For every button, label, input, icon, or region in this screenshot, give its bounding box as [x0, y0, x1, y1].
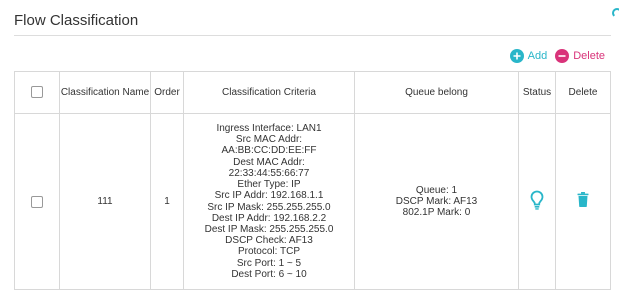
row-classification-name: 111 [59, 113, 151, 290]
row-delete-cell [555, 113, 611, 290]
queue-line: Queue: 1 [415, 184, 458, 196]
header-queue-belong: Queue belong [354, 71, 519, 114]
delete-selected-button[interactable]: Delete [555, 49, 605, 63]
corner-indicator [612, 8, 619, 18]
select-all-header [14, 71, 60, 114]
delete-button-label: Delete [573, 50, 605, 62]
table-header-row: Classification Name Order Classification… [14, 71, 611, 114]
table-row: 111 1 Ingress Interface: LAN1 Src MAC Ad… [14, 113, 611, 290]
criteria-line: Src Port: 1 ~ 5 [236, 257, 302, 269]
trash-icon[interactable] [577, 192, 589, 208]
queue-line: DSCP Mark: AF13 [395, 195, 478, 207]
select-all-checkbox[interactable] [31, 86, 43, 99]
criteria-line: DSCP Check: AF13 [225, 235, 313, 247]
lightbulb-icon[interactable] [530, 190, 544, 210]
header-classification-name: Classification Name [59, 71, 151, 114]
row-queue-belong: Queue: 1 DSCP Mark: AF13 802.1P Mark: 0 [354, 113, 519, 290]
header-order: Order [150, 71, 184, 114]
criteria-line: Src MAC Addr: [235, 134, 303, 146]
row-status-cell [518, 113, 556, 290]
criteria-line: AA:BB:CC:DD:EE:FF [221, 145, 317, 157]
add-button[interactable]: Add [509, 49, 548, 63]
row-criteria: Ingress Interface: LAN1 Src MAC Addr: AA… [183, 113, 355, 290]
criteria-line: 22:33:44:55:66:77 [228, 167, 310, 179]
title-divider [14, 35, 611, 36]
header-criteria: Classification Criteria [183, 71, 355, 114]
header-delete: Delete [555, 71, 611, 114]
flow-classification-table: Classification Name Order Classification… [14, 71, 611, 290]
header-status: Status [518, 71, 556, 114]
criteria-line: Src IP Addr: 192.168.1.1 [214, 190, 324, 202]
row-checkbox[interactable] [31, 195, 43, 208]
criteria-line: Dest MAC Addr: [233, 156, 305, 168]
criteria-line: Ether Type: IP [237, 179, 301, 191]
criteria-line: Dest IP Mask: 255.255.255.0 [204, 223, 334, 235]
queue-line: 802.1P Mark: 0 [402, 207, 471, 219]
add-button-label: Add [527, 50, 548, 62]
criteria-line: Dest IP Addr: 192.168.2.2 [211, 212, 327, 224]
criteria-line: Dest Port: 6 ~ 10 [231, 268, 307, 280]
row-order: 1 [150, 113, 184, 290]
minus-icon [555, 49, 570, 63]
criteria-line: Src IP Mask: 255.255.255.0 [207, 201, 331, 213]
row-select-cell [14, 113, 60, 290]
section-title: Flow Classification [14, 12, 139, 29]
criteria-line: Protocol: TCP [237, 246, 301, 258]
plus-icon [509, 49, 524, 63]
criteria-line: Ingress Interface: LAN1 [216, 123, 322, 135]
table-toolbar: Add Delete [509, 49, 605, 63]
